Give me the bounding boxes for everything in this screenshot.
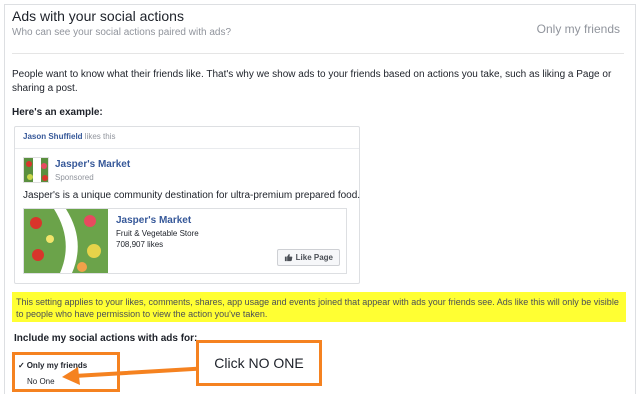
preview-page-category: Fruit & Vegetable Store bbox=[116, 229, 199, 238]
example-heading: Here's an example: bbox=[12, 107, 103, 118]
setting-current-value: Only my friends bbox=[536, 22, 620, 36]
produce-thumbnail-icon bbox=[24, 158, 48, 182]
checkmark-icon: ✓ bbox=[18, 361, 25, 370]
like-page-label: Like Page bbox=[295, 253, 333, 262]
page-name-link[interactable]: Jasper's Market bbox=[55, 159, 130, 170]
fruit-cover-icon bbox=[24, 209, 108, 273]
thumbs-up-icon bbox=[284, 253, 292, 262]
setting-header[interactable]: Ads with your social actions Who can see… bbox=[12, 8, 624, 52]
setting-title: Ads with your social actions bbox=[12, 8, 184, 24]
setting-description: People want to know what their friends l… bbox=[12, 69, 612, 94]
option-only-my-friends[interactable]: ✓ Only my friends bbox=[18, 361, 87, 370]
sponsored-label: Sponsored bbox=[55, 173, 94, 182]
instruction-callout: Click NO ONE bbox=[196, 340, 322, 386]
preview-page-name[interactable]: Jasper's Market bbox=[116, 215, 191, 226]
preview-page-likes: 708,907 likes bbox=[116, 240, 164, 249]
include-actions-label: Include my social actions with ads for: bbox=[14, 333, 198, 344]
like-page-button[interactable]: Like Page bbox=[276, 249, 340, 266]
setting-subtitle: Who can see your social actions paired w… bbox=[12, 27, 232, 38]
friend-action-text: likes this bbox=[84, 132, 116, 141]
social-context-line: Jason Shuffield likes this bbox=[15, 127, 359, 149]
option-no-one[interactable]: No One bbox=[18, 377, 55, 386]
page-avatar[interactable] bbox=[23, 157, 49, 183]
instruction-callout-text: Click NO ONE bbox=[214, 355, 304, 371]
setting-notice-highlight: This setting applies to your likes, comm… bbox=[12, 292, 626, 322]
header-divider bbox=[12, 53, 624, 54]
audience-dropdown[interactable]: ✓ Only my friends No One bbox=[12, 352, 120, 392]
friend-name-link[interactable]: Jason Shuffield bbox=[23, 132, 83, 141]
example-ad-card: Jason Shuffield likes this Jasper's Mark… bbox=[14, 126, 360, 284]
ad-post-text: Jasper's is a unique community destinati… bbox=[23, 190, 361, 201]
option-only-my-friends-label: Only my friends bbox=[26, 361, 88, 370]
page-cover-image bbox=[24, 209, 108, 273]
page-preview-box[interactable]: Jasper's Market Fruit & Vegetable Store … bbox=[23, 208, 347, 274]
